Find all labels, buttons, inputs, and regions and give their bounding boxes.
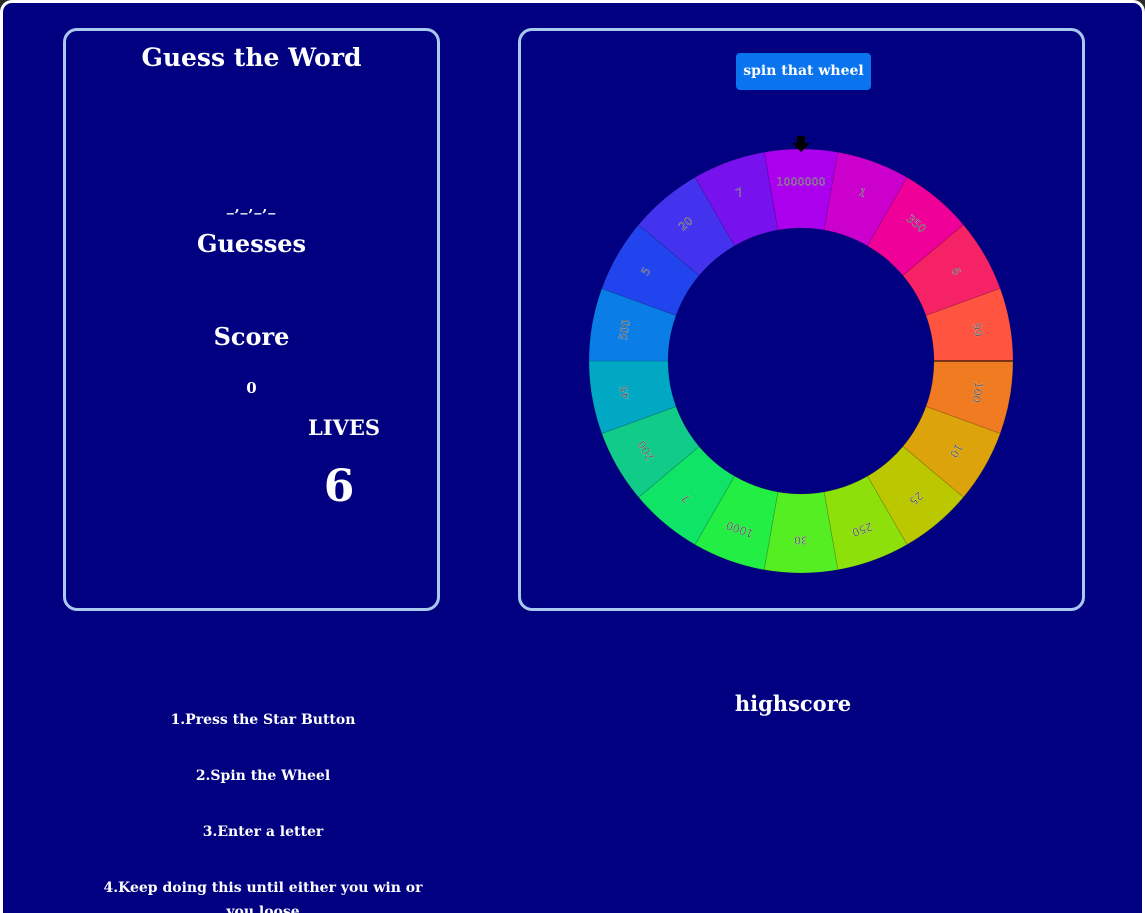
wheel-panel: spin that wheel 1000000 1 350 6 99 100 10 25 250…	[518, 28, 1085, 611]
lives-value: 6	[323, 461, 355, 512]
wheel-segment-label: 99	[970, 322, 985, 338]
instruction-step: 4.Keep doing this until either you win o…	[103, 880, 423, 913]
game-frame: Guess the Word _,_,_,_ Guesses Score 0 L…	[0, 0, 1145, 913]
guesses-label: Guesses	[196, 229, 307, 258]
highscore-label: highscore	[734, 691, 852, 716]
game-title: Guess the Word	[141, 43, 362, 72]
wheel-segment-label: 30	[794, 534, 808, 547]
score-label: Score	[213, 322, 290, 351]
instructions: 1.Press the Star Button 2.Spin the Wheel…	[98, 708, 428, 913]
instruction-step: 3.Enter a letter	[202, 824, 324, 840]
score-value: 0	[246, 379, 257, 397]
wheel-segment-label: 1000000	[777, 176, 826, 189]
instruction-step: 2.Spin the Wheel	[195, 768, 331, 784]
lives-label: LIVES	[308, 415, 381, 440]
prize-wheel[interactable]: 1000000135069910010252503010007200455005…	[521, 31, 1082, 608]
word-panel: Guess the Word _,_,_,_ Guesses Score 0 L…	[63, 28, 440, 611]
instruction-step: 1.Press the Star Button	[170, 712, 356, 728]
wheel-segment-label: 45	[617, 384, 632, 400]
word-display: _,_,_,_	[226, 199, 277, 215]
